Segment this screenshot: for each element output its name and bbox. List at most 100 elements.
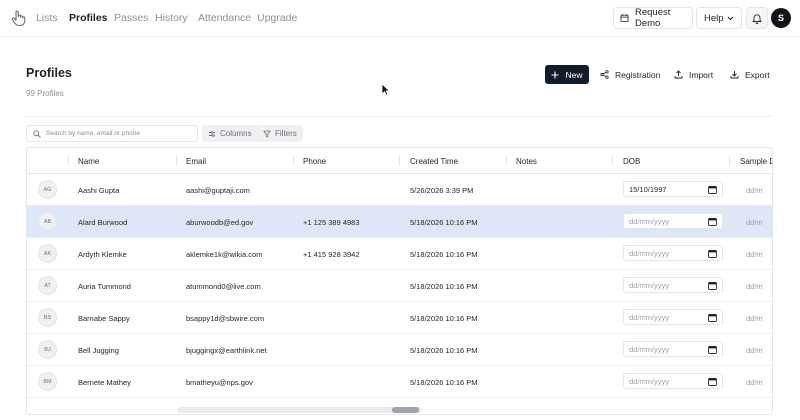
search-input[interactable] bbox=[46, 130, 196, 137]
dob-date-input[interactable]: dd/mm/yyyy bbox=[623, 245, 723, 261]
column-separator bbox=[506, 155, 507, 166]
column-separator bbox=[399, 155, 400, 166]
nav-lists[interactable]: Lists bbox=[36, 11, 58, 25]
export-button[interactable]: Export bbox=[730, 65, 770, 84]
table-row[interactable]: AB Alard Burwood aburwoodb@ed.gov +1 125 38… bbox=[27, 206, 772, 238]
mouse-pointer-icon bbox=[381, 83, 390, 96]
profile-count: 99 Profiles bbox=[26, 89, 64, 98]
dob-date-input[interactable]: dd/mm/yyyy bbox=[623, 277, 723, 293]
sample-date-input[interactable]: dd/m bbox=[746, 314, 763, 323]
hand-pointer-logo-icon[interactable] bbox=[9, 9, 27, 27]
registration-button[interactable]: Registration bbox=[600, 65, 660, 84]
column-header-notes[interactable]: Notes bbox=[516, 157, 537, 166]
table-header: Name Email Phone Created Time Notes DOB … bbox=[27, 148, 772, 174]
column-header-phone[interactable]: Phone bbox=[303, 157, 326, 166]
filter-funnel-icon bbox=[263, 130, 271, 137]
cell-created-time: 5/18/2026 10:16 PM bbox=[410, 378, 478, 387]
plus-icon bbox=[551, 71, 559, 78]
sample-date-input[interactable]: dd/m bbox=[746, 218, 763, 227]
sample-date-input[interactable]: dd/m bbox=[746, 346, 763, 355]
column-header-name[interactable]: Name bbox=[78, 157, 99, 166]
sample-date-input[interactable]: dd/m bbox=[746, 186, 763, 195]
nav-profiles[interactable]: Profiles bbox=[69, 11, 108, 25]
calendar-icon bbox=[620, 14, 629, 23]
cell-name: Barnabe Sappy bbox=[78, 314, 130, 323]
help-dropdown[interactable]: Help bbox=[696, 7, 742, 29]
header-divider bbox=[26, 116, 772, 117]
cell-created-time: 5/18/2026 10:16 PM bbox=[410, 314, 478, 323]
sample-date-input[interactable]: dd/m bbox=[746, 282, 763, 291]
request-demo-button[interactable]: Request Demo bbox=[613, 7, 693, 29]
cell-email: aashi@guptaji.com bbox=[186, 186, 250, 195]
search-box[interactable] bbox=[26, 125, 198, 142]
dob-date-input[interactable]: dd/mm/yyyy bbox=[623, 341, 723, 357]
dob-value: dd/mm/yyyy bbox=[629, 344, 670, 354]
column-header-sample-date[interactable]: Sample D bbox=[740, 157, 772, 166]
column-separator bbox=[293, 155, 294, 166]
cell-name: Bernete Mathey bbox=[78, 378, 131, 387]
cell-created-time: 5/26/2026 3:39 PM bbox=[410, 186, 474, 195]
dob-date-input[interactable]: dd/mm/yyyy bbox=[623, 309, 723, 325]
dob-date-input[interactable]: dd/mm/yyyy bbox=[623, 373, 723, 389]
cell-email: aklemke1k@wikia.com bbox=[186, 250, 263, 259]
calendar-icon bbox=[708, 217, 717, 226]
table-row[interactable]: AG Aashi Gupta aashi@guptaji.com 5/26/2026 … bbox=[27, 174, 772, 206]
cell-created-time: 5/18/2026 10:16 PM bbox=[410, 282, 478, 291]
dob-date-input[interactable]: dd/mm/yyyy bbox=[623, 213, 723, 229]
user-avatar[interactable]: S bbox=[771, 8, 791, 28]
cell-email: bsappy1d@sbwire.com bbox=[186, 314, 265, 323]
request-demo-label: Request Demo bbox=[635, 7, 671, 29]
cell-name: Aashi Gupta bbox=[78, 186, 120, 195]
row-avatar: AK bbox=[38, 244, 57, 263]
profiles-table: Name Email Phone Created Time Notes DOB … bbox=[26, 147, 773, 415]
filters-label: Filters bbox=[275, 129, 297, 138]
columns-icon bbox=[209, 130, 215, 137]
columns-button[interactable]: Columns bbox=[202, 125, 258, 142]
dob-value: 15/10/1997 bbox=[629, 184, 667, 194]
calendar-icon bbox=[708, 345, 717, 354]
new-profile-button[interactable]: New bbox=[545, 65, 589, 84]
share-nodes-icon bbox=[600, 70, 609, 79]
horizontal-scrollbar[interactable] bbox=[177, 407, 422, 413]
table-row[interactable]: AT Auria Tummond atummond0@live.com 5/18/20… bbox=[27, 270, 772, 302]
notifications-button[interactable] bbox=[746, 7, 768, 29]
column-header-created-time[interactable]: Created Time bbox=[410, 157, 458, 166]
sample-date-input[interactable]: dd/m bbox=[746, 378, 763, 387]
columns-label: Columns bbox=[220, 129, 252, 138]
row-avatar: BM bbox=[38, 372, 57, 391]
table-row[interactable]: BJ Bell Jugging bjuggingx@earthlink.net 5/1… bbox=[27, 334, 772, 366]
dob-date-input[interactable]: 15/10/1997 bbox=[623, 181, 723, 197]
chevron-down-icon bbox=[727, 16, 734, 21]
cell-phone: +1 415 928 3942 bbox=[303, 250, 360, 259]
column-separator bbox=[68, 155, 69, 166]
registration-label: Registration bbox=[615, 69, 661, 80]
nav-passes[interactable]: Passes bbox=[114, 11, 148, 25]
page-title: Profiles bbox=[26, 66, 72, 80]
column-header-dob[interactable]: DOB bbox=[623, 157, 640, 166]
filters-button[interactable]: Filters bbox=[257, 125, 303, 142]
help-label: Help bbox=[704, 12, 724, 24]
row-avatar: BJ bbox=[38, 340, 57, 359]
cell-name: Bell Jugging bbox=[78, 346, 119, 355]
row-avatar: BS bbox=[38, 308, 57, 327]
cell-name: Ardyth Klemke bbox=[78, 250, 127, 259]
calendar-icon bbox=[708, 185, 717, 194]
search-icon bbox=[33, 129, 41, 138]
table-row[interactable]: BS Barnabe Sappy bsappy1d@sbwire.com 5/18/2… bbox=[27, 302, 772, 334]
horizontal-scroll-thumb[interactable] bbox=[392, 407, 419, 413]
nav-history[interactable]: History bbox=[155, 11, 188, 25]
table-row[interactable]: AK Ardyth Klemke aklemke1k@wikia.com +1 415… bbox=[27, 238, 772, 270]
import-button[interactable]: Import bbox=[674, 65, 713, 84]
calendar-icon bbox=[708, 281, 717, 290]
nav-upgrade[interactable]: Upgrade bbox=[257, 11, 297, 25]
row-avatar: AB bbox=[38, 212, 57, 231]
cell-email: bjuggingx@earthlink.net bbox=[186, 346, 267, 355]
sample-date-input[interactable]: dd/m bbox=[746, 250, 763, 259]
nav-attendance[interactable]: Attendance bbox=[198, 11, 251, 25]
cell-email: atummond0@live.com bbox=[186, 282, 261, 291]
cell-email: bmatheyu@nps.gov bbox=[186, 378, 253, 387]
table-row[interactable]: BM Bernete Mathey bmatheyu@nps.gov 5/18/202… bbox=[27, 366, 772, 398]
bell-icon bbox=[752, 13, 762, 24]
column-header-email[interactable]: Email bbox=[186, 157, 206, 166]
new-label: New bbox=[565, 69, 583, 80]
